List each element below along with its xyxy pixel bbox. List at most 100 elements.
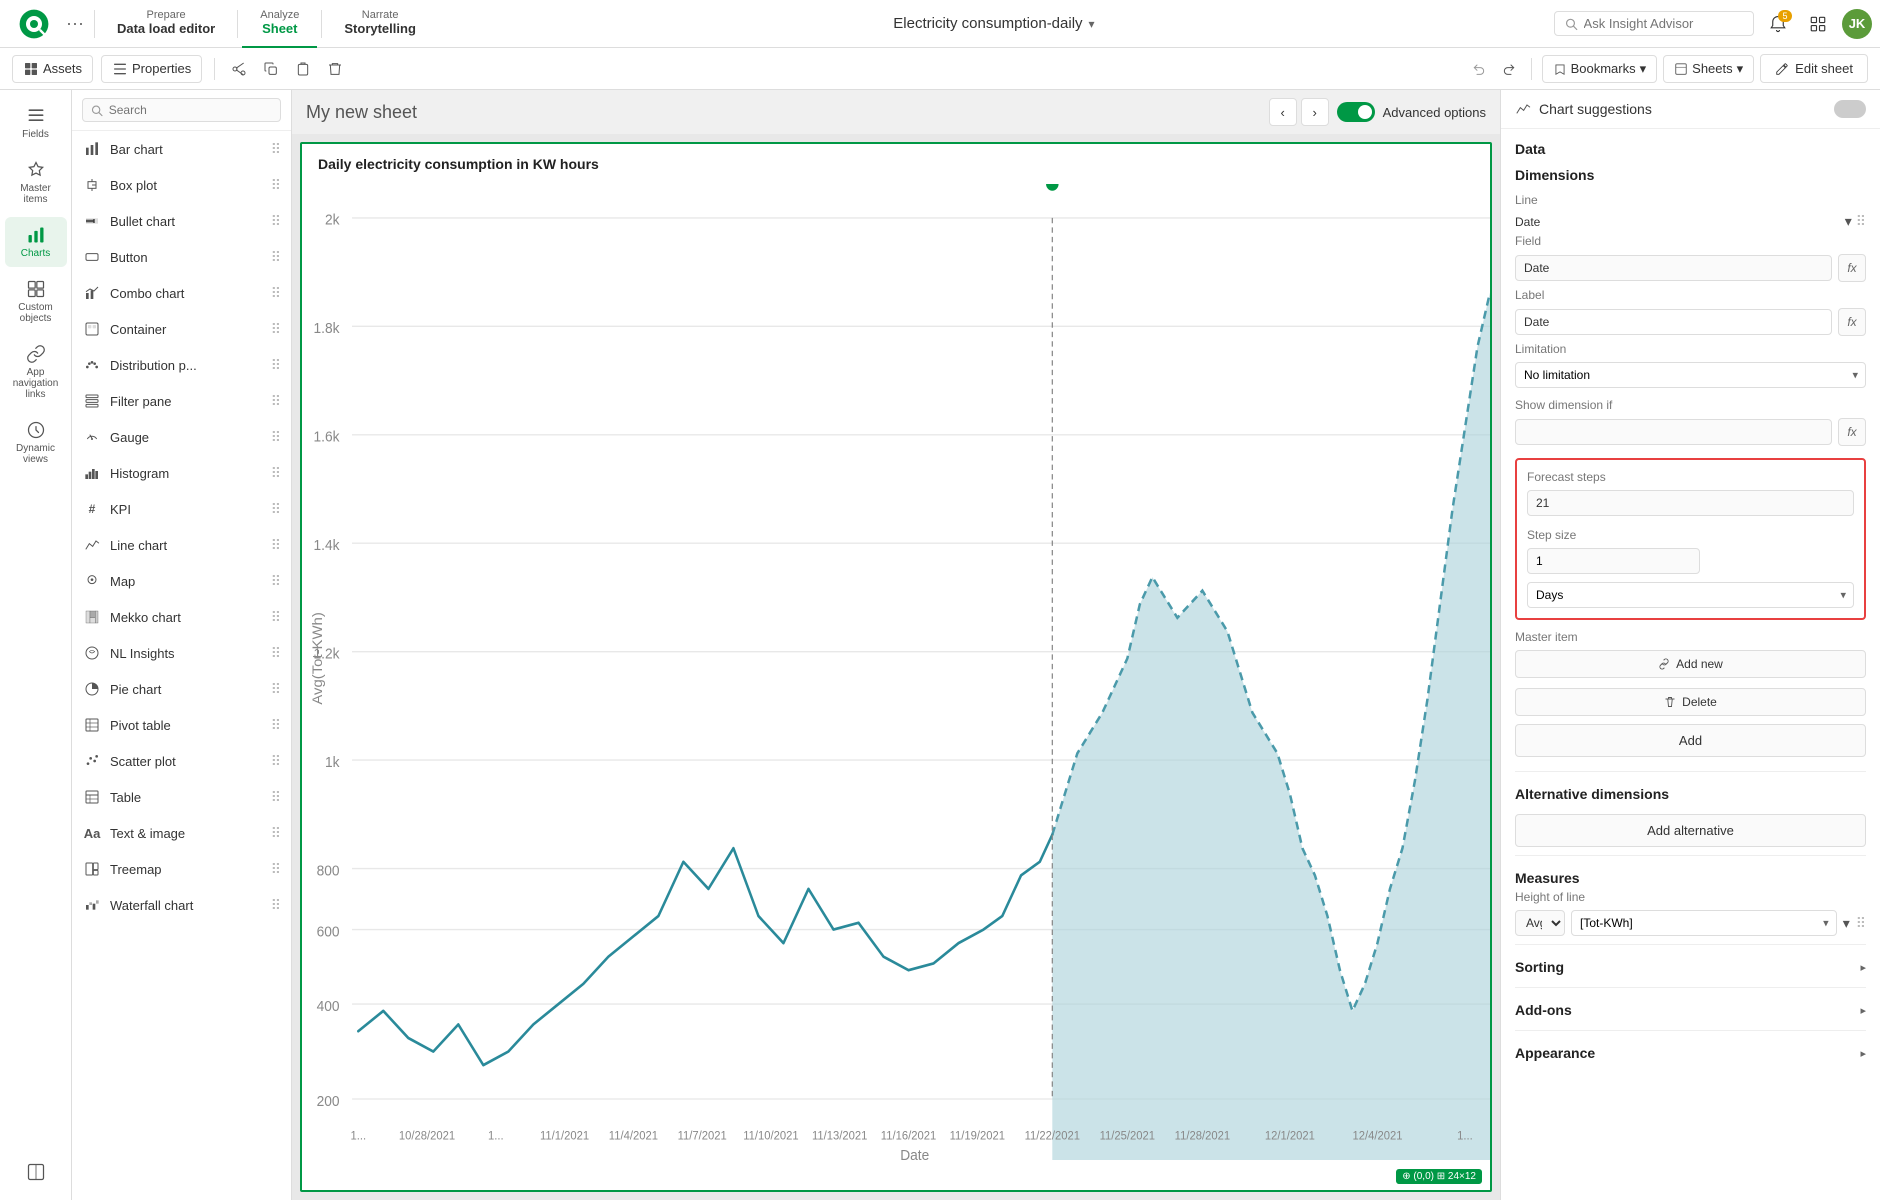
map-drag[interactable]: ⠿ bbox=[271, 573, 281, 590]
bullet-chart-drag[interactable]: ⠿ bbox=[271, 213, 281, 230]
delete-button[interactable]: Delete bbox=[1515, 688, 1866, 716]
measure-func-select[interactable]: Avg Sum bbox=[1515, 910, 1565, 936]
scatter-plot-drag[interactable]: ⠿ bbox=[271, 753, 281, 770]
chart-item-button[interactable]: Button ⠿ bbox=[72, 239, 291, 275]
center-title[interactable]: Electricity consumption-daily ▾ bbox=[434, 15, 1554, 32]
prev-sheet-button[interactable]: ‹ bbox=[1269, 98, 1297, 126]
limitation-select[interactable]: No limitation bbox=[1515, 362, 1866, 388]
pie-chart-drag[interactable]: ⠿ bbox=[271, 681, 281, 698]
undo-button[interactable] bbox=[1467, 57, 1491, 81]
field-input[interactable] bbox=[1515, 255, 1832, 281]
label-fx-button[interactable]: fx bbox=[1838, 308, 1866, 336]
add-alternative-button[interactable]: Add alternative bbox=[1515, 814, 1866, 847]
sheets-button[interactable]: Sheets ▾ bbox=[1663, 55, 1754, 83]
dist-drag[interactable]: ⠿ bbox=[271, 357, 281, 374]
more-options-icon[interactable]: ··· bbox=[60, 13, 90, 34]
chart-item-scatter[interactable]: Scatter plot ⠿ bbox=[72, 743, 291, 779]
advanced-options-switch[interactable] bbox=[1337, 102, 1375, 122]
waterfall-drag[interactable]: ⠿ bbox=[271, 897, 281, 914]
dimension-drag-icon[interactable]: ⠿ bbox=[1856, 213, 1866, 230]
qlik-logo[interactable] bbox=[8, 8, 60, 40]
sidebar-bottom-icon[interactable] bbox=[5, 1154, 67, 1190]
pivot-table-drag[interactable]: ⠿ bbox=[271, 717, 281, 734]
bookmarks-button[interactable]: Bookmarks ▾ bbox=[1542, 55, 1658, 83]
sidebar-item-dynamic[interactable]: Dynamic views bbox=[5, 412, 67, 473]
sidebar-item-fields[interactable]: Fields bbox=[5, 98, 67, 148]
filter-pane-drag[interactable]: ⠿ bbox=[271, 393, 281, 410]
treemap-drag[interactable]: ⠿ bbox=[271, 861, 281, 878]
chart-item-map[interactable]: Map ⠿ bbox=[72, 563, 291, 599]
charts-search-input[interactable] bbox=[109, 103, 272, 117]
field-fx-button[interactable]: fx bbox=[1838, 254, 1866, 282]
nl-insights-drag[interactable]: ⠿ bbox=[271, 645, 281, 662]
chart-item-waterfall[interactable]: Waterfall chart ⠿ bbox=[72, 887, 291, 923]
assets-tab[interactable]: Assets bbox=[12, 55, 93, 83]
chart-item-box[interactable]: Box plot ⠿ bbox=[72, 167, 291, 203]
properties-tab[interactable]: Properties bbox=[101, 55, 202, 83]
chart-item-filter[interactable]: Filter pane ⠿ bbox=[72, 383, 291, 419]
text-image-drag[interactable]: ⠿ bbox=[271, 825, 281, 842]
chart-item-gauge[interactable]: Gauge ⠿ bbox=[72, 419, 291, 455]
measure-drag-icon[interactable]: ⠿ bbox=[1856, 915, 1866, 932]
button-drag[interactable]: ⠿ bbox=[271, 249, 281, 266]
notifications-button[interactable]: 5 bbox=[1762, 8, 1794, 40]
show-dim-fx-button[interactable]: fx bbox=[1838, 418, 1866, 446]
dimension-chevron-icon[interactable]: ▾ bbox=[1845, 213, 1852, 230]
chart-item-mekko[interactable]: Mekko chart ⠿ bbox=[72, 599, 291, 635]
sidebar-item-master[interactable]: Master items bbox=[5, 152, 67, 213]
advanced-options-toggle[interactable]: Advanced options bbox=[1337, 102, 1486, 122]
user-avatar[interactable]: JK bbox=[1842, 9, 1872, 39]
chart-item-bullet[interactable]: Bullet chart ⠿ bbox=[72, 203, 291, 239]
step-unit-select[interactable]: Days Weeks Months bbox=[1527, 582, 1854, 608]
chart-item-line[interactable]: Line chart ⠿ bbox=[72, 527, 291, 563]
box-plot-drag[interactable]: ⠿ bbox=[271, 177, 281, 194]
chart-item-pivot[interactable]: Pivot table ⠿ bbox=[72, 707, 291, 743]
histogram-drag[interactable]: ⠿ bbox=[271, 465, 281, 482]
alt-dimensions-header[interactable]: Alternative dimensions bbox=[1515, 782, 1866, 806]
chart-item-treemap[interactable]: Treemap ⠿ bbox=[72, 851, 291, 887]
mekko-drag[interactable]: ⠿ bbox=[271, 609, 281, 626]
chart-item-nl[interactable]: NL Insights ⠿ bbox=[72, 635, 291, 671]
next-sheet-button[interactable]: › bbox=[1301, 98, 1329, 126]
chart-item-container[interactable]: Container ⠿ bbox=[72, 311, 291, 347]
combo-chart-drag[interactable]: ⠿ bbox=[271, 285, 281, 302]
edit-sheet-button[interactable]: Edit sheet bbox=[1760, 54, 1868, 83]
nav-analyze[interactable]: Analyze Sheet bbox=[242, 0, 317, 48]
add-dimension-button[interactable]: Add bbox=[1515, 724, 1866, 757]
appearance-header[interactable]: Appearance ▸ bbox=[1515, 1041, 1866, 1065]
measure-chevron-icon[interactable]: ▾ bbox=[1843, 915, 1850, 932]
container-drag[interactable]: ⠿ bbox=[271, 321, 281, 338]
chart-item-text[interactable]: Aa Text & image ⠿ bbox=[72, 815, 291, 851]
kpi-drag[interactable]: ⠿ bbox=[271, 501, 281, 518]
forecast-steps-input[interactable] bbox=[1527, 490, 1854, 516]
label-input[interactable] bbox=[1515, 309, 1832, 335]
sorting-header[interactable]: Sorting ▸ bbox=[1515, 955, 1866, 979]
paste-button[interactable] bbox=[291, 57, 315, 81]
gauge-drag[interactable]: ⠿ bbox=[271, 429, 281, 446]
sidebar-item-nav-links[interactable]: App navigation links bbox=[5, 336, 67, 408]
redo-button[interactable] bbox=[1497, 57, 1521, 81]
show-dimension-input[interactable] bbox=[1515, 419, 1832, 445]
chart-suggestions-toggle[interactable] bbox=[1834, 100, 1866, 118]
nav-prepare[interactable]: Prepare Data load editor bbox=[99, 0, 233, 48]
cut-button[interactable] bbox=[227, 57, 251, 81]
copy-button[interactable] bbox=[259, 57, 283, 81]
insight-search-box[interactable] bbox=[1554, 11, 1754, 36]
table-drag[interactable]: ⠿ bbox=[271, 789, 281, 806]
charts-search-box[interactable] bbox=[82, 98, 281, 122]
measure-field-select[interactable]: [Tot-KWh] bbox=[1571, 910, 1837, 936]
addons-header[interactable]: Add-ons ▸ bbox=[1515, 998, 1866, 1022]
sidebar-item-custom[interactable]: Custom objects bbox=[5, 271, 67, 332]
measures-header[interactable]: Measures bbox=[1515, 866, 1866, 890]
chart-item-combo[interactable]: Combo chart ⠿ bbox=[72, 275, 291, 311]
chart-item-bar[interactable]: Bar chart ⠿ bbox=[72, 131, 291, 167]
chart-item-pie[interactable]: Pie chart ⠿ bbox=[72, 671, 291, 707]
chart-item-dist[interactable]: Distribution p... ⠿ bbox=[72, 347, 291, 383]
sidebar-item-charts[interactable]: Charts bbox=[5, 217, 67, 267]
chart-item-histogram[interactable]: Histogram ⠿ bbox=[72, 455, 291, 491]
chart-item-kpi[interactable]: # KPI ⠿ bbox=[72, 491, 291, 527]
delete-button[interactable] bbox=[323, 57, 347, 81]
chart-item-table[interactable]: Table ⠿ bbox=[72, 779, 291, 815]
step-size-input[interactable] bbox=[1527, 548, 1700, 574]
insight-search-input[interactable] bbox=[1584, 16, 1743, 31]
